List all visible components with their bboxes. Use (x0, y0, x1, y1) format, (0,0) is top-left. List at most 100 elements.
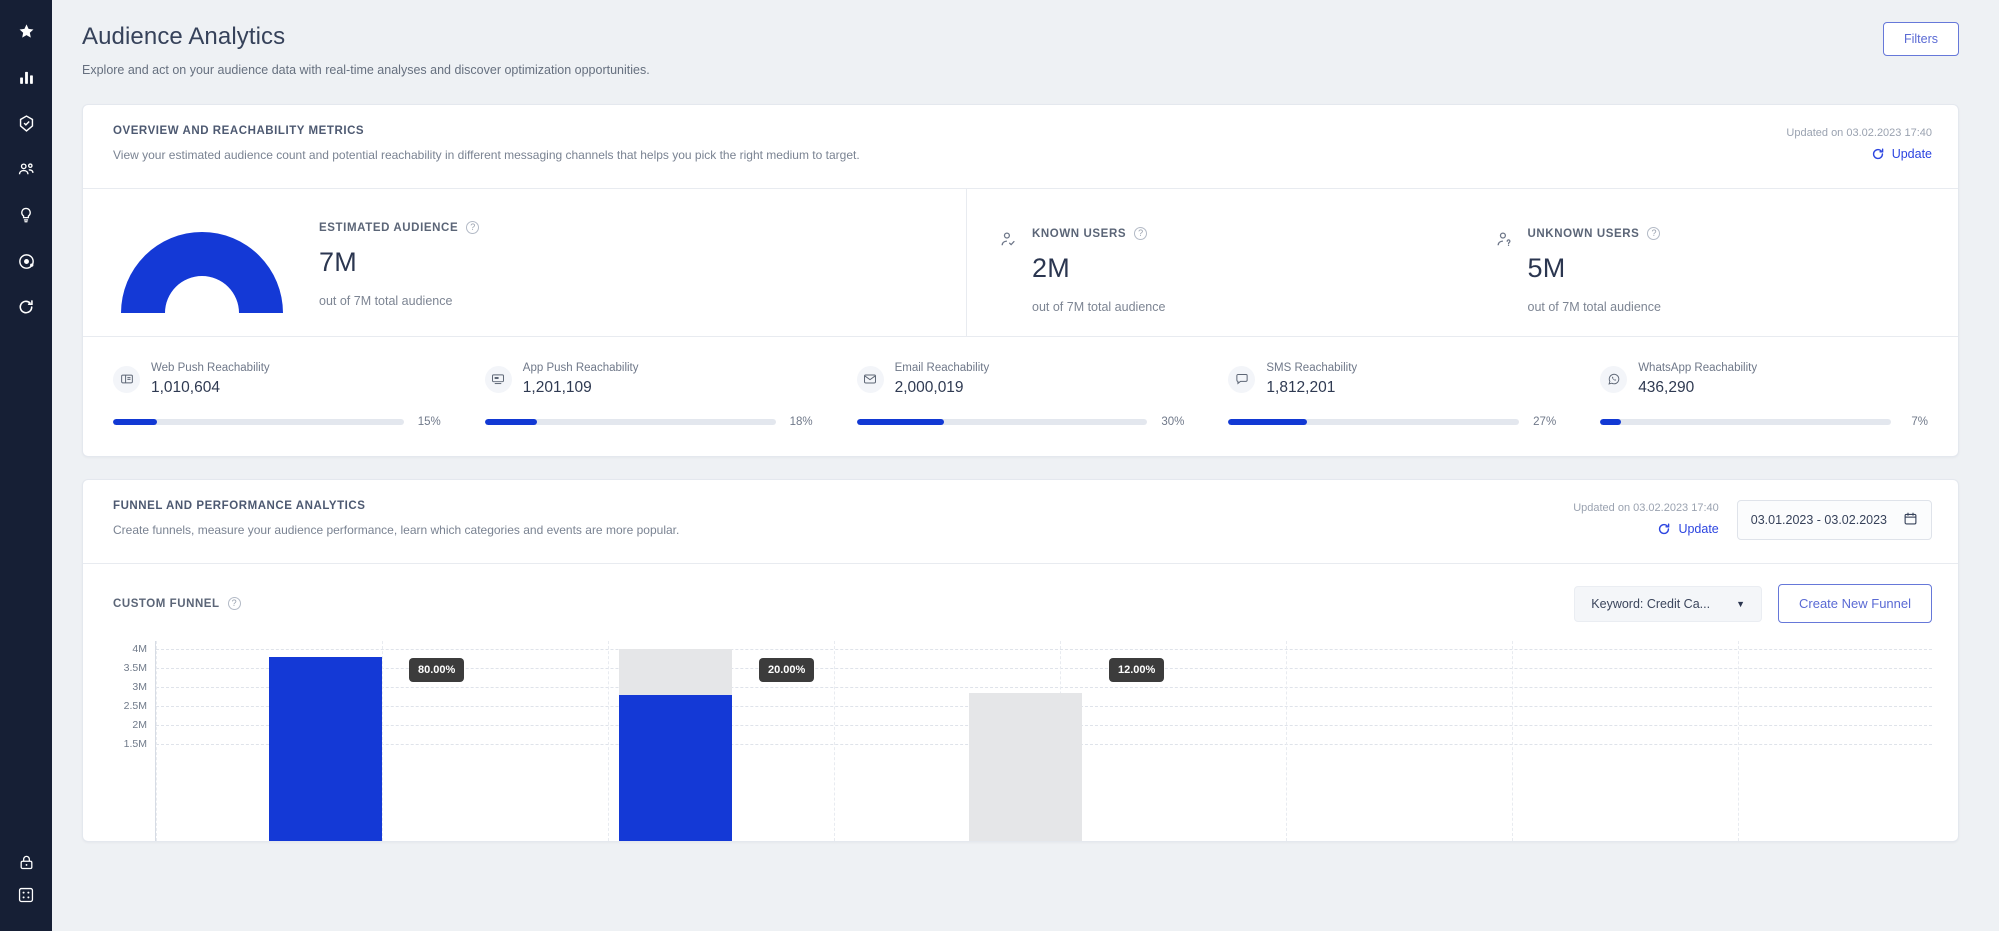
progress-track (113, 419, 404, 425)
sidebar-item-insights[interactable] (0, 192, 52, 238)
keyword-dropdown-value: Keyword: Credit Ca... (1591, 597, 1710, 611)
reachability-text: App Push Reachability 1,201,109 (523, 361, 639, 397)
reachability-value: 2,000,019 (895, 378, 990, 397)
metric-label: KNOWN USERS (1032, 228, 1126, 240)
chart-bar[interactable] (619, 649, 732, 841)
custom-funnel-title: CUSTOM FUNNEL (113, 598, 220, 610)
overview-update-button[interactable]: Update (1871, 147, 1932, 161)
sidebar-item-favorites[interactable] (0, 8, 52, 54)
chart-data-label: 20.00% (759, 658, 814, 682)
progress-fill (1228, 419, 1307, 425)
funnel-card: FUNNEL AND PERFORMANCE ANALYTICS Create … (82, 479, 1959, 842)
metric-estimated-audience-body: ESTIMATED AUDIENCE ? 7M out of 7M total … (319, 217, 479, 308)
sms-icon (1228, 366, 1255, 393)
metric-value: 5M (1528, 253, 1661, 284)
progress-percent: 18% (787, 416, 813, 428)
metric-label: ESTIMATED AUDIENCE (319, 222, 458, 234)
users-icon (17, 160, 36, 179)
metric-unknown-users-labelrow: UNKNOWN USERS ? (1528, 227, 1661, 240)
chevron-down-icon: ▼ (1736, 599, 1745, 609)
funnel-chart-inner: 4M 3.5M 3M 2.5M 2M 1.5M (113, 641, 1932, 841)
sidebar-item-audience[interactable] (0, 146, 52, 192)
refresh-icon (1657, 522, 1671, 536)
reachability-text: Web Push Reachability 1,010,604 (151, 361, 270, 397)
sidebar-item-analytics[interactable] (0, 54, 52, 100)
reachability-text: Email Reachability 2,000,019 (895, 361, 990, 397)
progress-percent: 27% (1530, 416, 1556, 428)
funnel-updated-on: Updated on 03.02.2023 17:40 (1573, 502, 1719, 514)
metric-note: out of 7M total audience (1032, 300, 1165, 314)
reachability-progress: 7% (1600, 416, 1928, 428)
create-new-funnel-button[interactable]: Create New Funnel (1778, 584, 1932, 623)
custom-funnel-toolbar: CUSTOM FUNNEL ? Keyword: Credit Ca... ▼ … (83, 564, 1958, 641)
overview-card: OVERVIEW AND REACHABILITY METRICS View y… (82, 104, 1959, 457)
help-icon[interactable]: ? (466, 221, 479, 234)
progress-track (485, 419, 776, 425)
whatsapp-icon (1600, 366, 1627, 393)
reachability-whatsapp: WhatsApp Reachability 436,290 7% (1600, 361, 1928, 428)
keyword-dropdown[interactable]: Keyword: Credit Ca... ▼ (1574, 586, 1762, 622)
grid-apps-icon (17, 886, 35, 904)
funnel-update-group: Updated on 03.02.2023 17:40 Update (1573, 500, 1719, 541)
reachability-web-push: Web Push Reachability 1,010,604 15% (113, 361, 485, 428)
sidebar-item-automation[interactable] (0, 284, 52, 330)
chart-data-label: 12.00% (1109, 658, 1164, 682)
reachability-progress: 15% (113, 416, 441, 428)
progress-fill (1600, 419, 1620, 425)
page-header: Audience Analytics Explore and act on yo… (52, 0, 1999, 78)
y-tick-label: 4M (132, 643, 147, 655)
filters-button[interactable]: Filters (1883, 22, 1959, 56)
progress-track (1600, 419, 1891, 425)
bar-chart-icon (18, 69, 35, 86)
funnel-header-text: FUNNEL AND PERFORMANCE ANALYTICS Create … (113, 500, 679, 538)
metric-estimated-audience-labelrow: ESTIMATED AUDIENCE ? (319, 221, 479, 234)
refresh-icon (17, 298, 35, 316)
reachability-header: SMS Reachability 1,812,201 (1228, 361, 1556, 397)
reachability-progress: 30% (857, 416, 1185, 428)
reachability-sms: SMS Reachability 1,812,201 27% (1228, 361, 1600, 428)
sidebar-item-targeting[interactable] (0, 238, 52, 284)
overview-card-header: OVERVIEW AND REACHABILITY METRICS View y… (83, 105, 1958, 189)
metric-unknown-users-body: UNKNOWN USERS ? 5M out of 7M total audie… (1528, 227, 1661, 314)
funnel-update-label: Update (1678, 522, 1718, 536)
chart-bar[interactable] (969, 693, 1082, 841)
chart-y-axis: 4M 3.5M 3M 2.5M 2M 1.5M (113, 641, 147, 801)
custom-funnel-title-group: CUSTOM FUNNEL ? (113, 597, 241, 610)
vertical-gridline (834, 641, 835, 841)
reachability-header: Web Push Reachability 1,010,604 (113, 361, 441, 397)
funnel-update-button[interactable]: Update (1657, 522, 1718, 536)
custom-funnel-actions: Keyword: Credit Ca... ▼ Create New Funne… (1574, 584, 1932, 623)
overview-metrics-row: ESTIMATED AUDIENCE ? 7M out of 7M total … (83, 189, 1958, 337)
vertical-gridline (608, 641, 609, 841)
vertical-gridline (1286, 641, 1287, 841)
reachability-value: 1,812,201 (1266, 378, 1357, 397)
star-icon (18, 23, 35, 40)
help-icon[interactable]: ? (1647, 227, 1660, 240)
refresh-icon (1871, 147, 1885, 161)
chart-bar[interactable] (269, 649, 382, 841)
date-range-picker[interactable]: 03.01.2023 - 03.02.2023 (1737, 500, 1932, 540)
metric-known-users: KNOWN USERS ? 2M out of 7M total audienc… (967, 189, 1463, 336)
reachability-name: App Push Reachability (523, 361, 639, 375)
sidebar-item-security[interactable] (0, 839, 52, 885)
main-content: Audience Analytics Explore and act on yo… (52, 0, 1999, 931)
reachability-value: 436,290 (1638, 378, 1757, 397)
help-icon[interactable]: ? (1134, 227, 1147, 240)
reachability-progress: 27% (1228, 416, 1556, 428)
progress-fill (113, 419, 157, 425)
y-tick-label: 2M (132, 719, 147, 731)
progress-percent: 30% (1158, 416, 1184, 428)
calendar-icon (1903, 511, 1918, 529)
page-subtitle: Explore and act on your audience data wi… (82, 62, 650, 78)
user-check-icon (999, 230, 1018, 254)
sidebar-item-protection[interactable] (0, 100, 52, 146)
help-icon[interactable]: ? (228, 597, 241, 610)
sidebar-item-apps[interactable] (0, 885, 52, 931)
lock-icon (18, 854, 35, 871)
reachability-app-push: App Push Reachability 1,201,109 18% (485, 361, 857, 428)
metric-known-users-labelrow: KNOWN USERS ? (1032, 227, 1165, 240)
reachability-name: WhatsApp Reachability (1638, 361, 1757, 375)
vertical-gridline (382, 641, 383, 841)
overview-update-label: Update (1892, 147, 1932, 161)
progress-track (857, 419, 1148, 425)
